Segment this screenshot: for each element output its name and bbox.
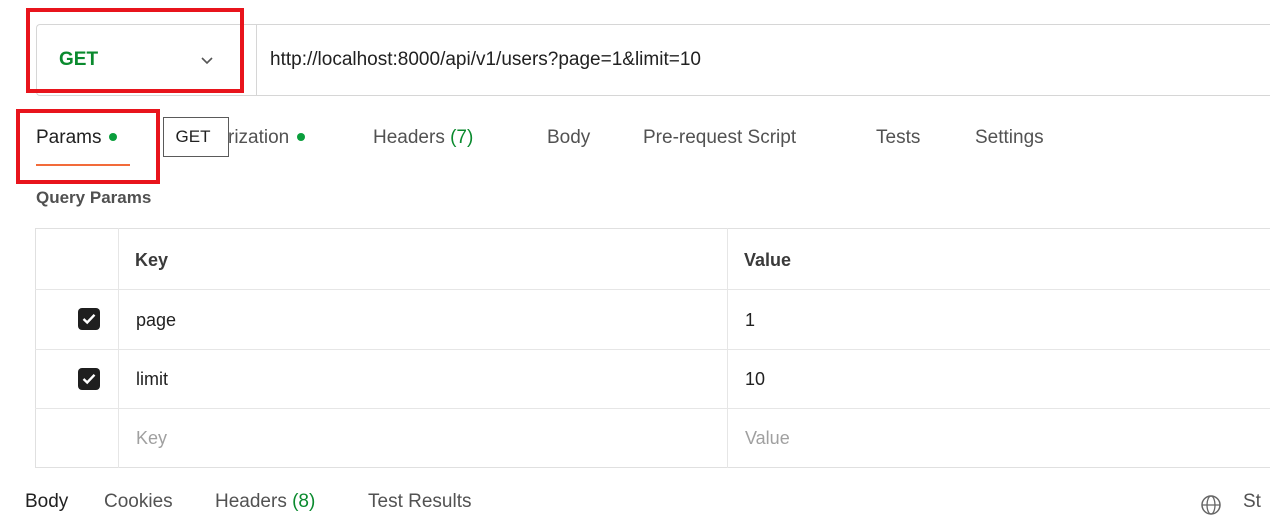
row-divider [35,289,1270,290]
column-divider [118,228,119,468]
tab-settings-label: Settings [975,127,1044,148]
param-value-cell[interactable]: 10 [745,369,765,390]
tab-body-label: Body [547,127,591,148]
column-divider [727,228,728,468]
response-tab-headers-label: Headers [215,491,287,512]
tab-authorization-label: rization [228,127,290,148]
tab-settings[interactable]: Settings [975,127,1044,149]
check-icon [82,373,96,385]
new-value-input[interactable]: Value [745,428,790,449]
tab-tests[interactable]: Tests [876,127,920,149]
tab-headers[interactable]: Headers (7) [373,127,473,149]
tab-pre-request-script[interactable]: Pre-request Script [643,127,796,149]
method-highlight-box [26,8,244,93]
new-key-input[interactable]: Key [136,428,167,449]
row-checkbox-limit[interactable] [78,368,100,390]
param-key-cell[interactable]: limit [136,369,168,390]
response-status-text: St [1243,491,1261,512]
response-tab-headers-count: (8) [292,491,316,512]
tab-authorization[interactable]: rization [228,127,306,149]
param-value-cell[interactable]: 1 [745,310,755,331]
tab-headers-label: Headers [373,127,445,148]
tab-headers-count: (7) [450,127,474,148]
authorization-status-dot [297,132,306,141]
globe-icon[interactable] [1200,494,1222,516]
row-divider [35,349,1270,350]
response-tab-cookies[interactable]: Cookies [104,491,173,513]
query-params-table [35,228,1270,468]
tab-tests-label: Tests [876,127,921,148]
response-tab-test-results[interactable]: Test Results [368,491,471,513]
method-tooltip: GET [163,117,229,157]
row-divider [35,408,1270,409]
response-tab-body[interactable]: Body [25,491,68,513]
tooltip-text: GET [175,127,211,146]
query-params-title: Query Params [36,188,152,207]
tab-pre-request-script-label: Pre-request Script [643,127,797,148]
url-input[interactable]: http://localhost:8000/api/v1/users?page=… [256,24,1270,96]
tab-body[interactable]: Body [547,127,590,149]
url-text: http://localhost:8000/api/v1/users?page=… [270,49,701,70]
key-column-header: Key [135,250,169,270]
check-icon [82,313,96,325]
param-key-cell[interactable]: page [136,310,176,331]
params-highlight-box [16,109,160,184]
value-column-header: Value [744,250,792,270]
response-tab-headers[interactable]: Headers (8) [215,491,315,513]
row-checkbox-page[interactable] [78,308,100,330]
